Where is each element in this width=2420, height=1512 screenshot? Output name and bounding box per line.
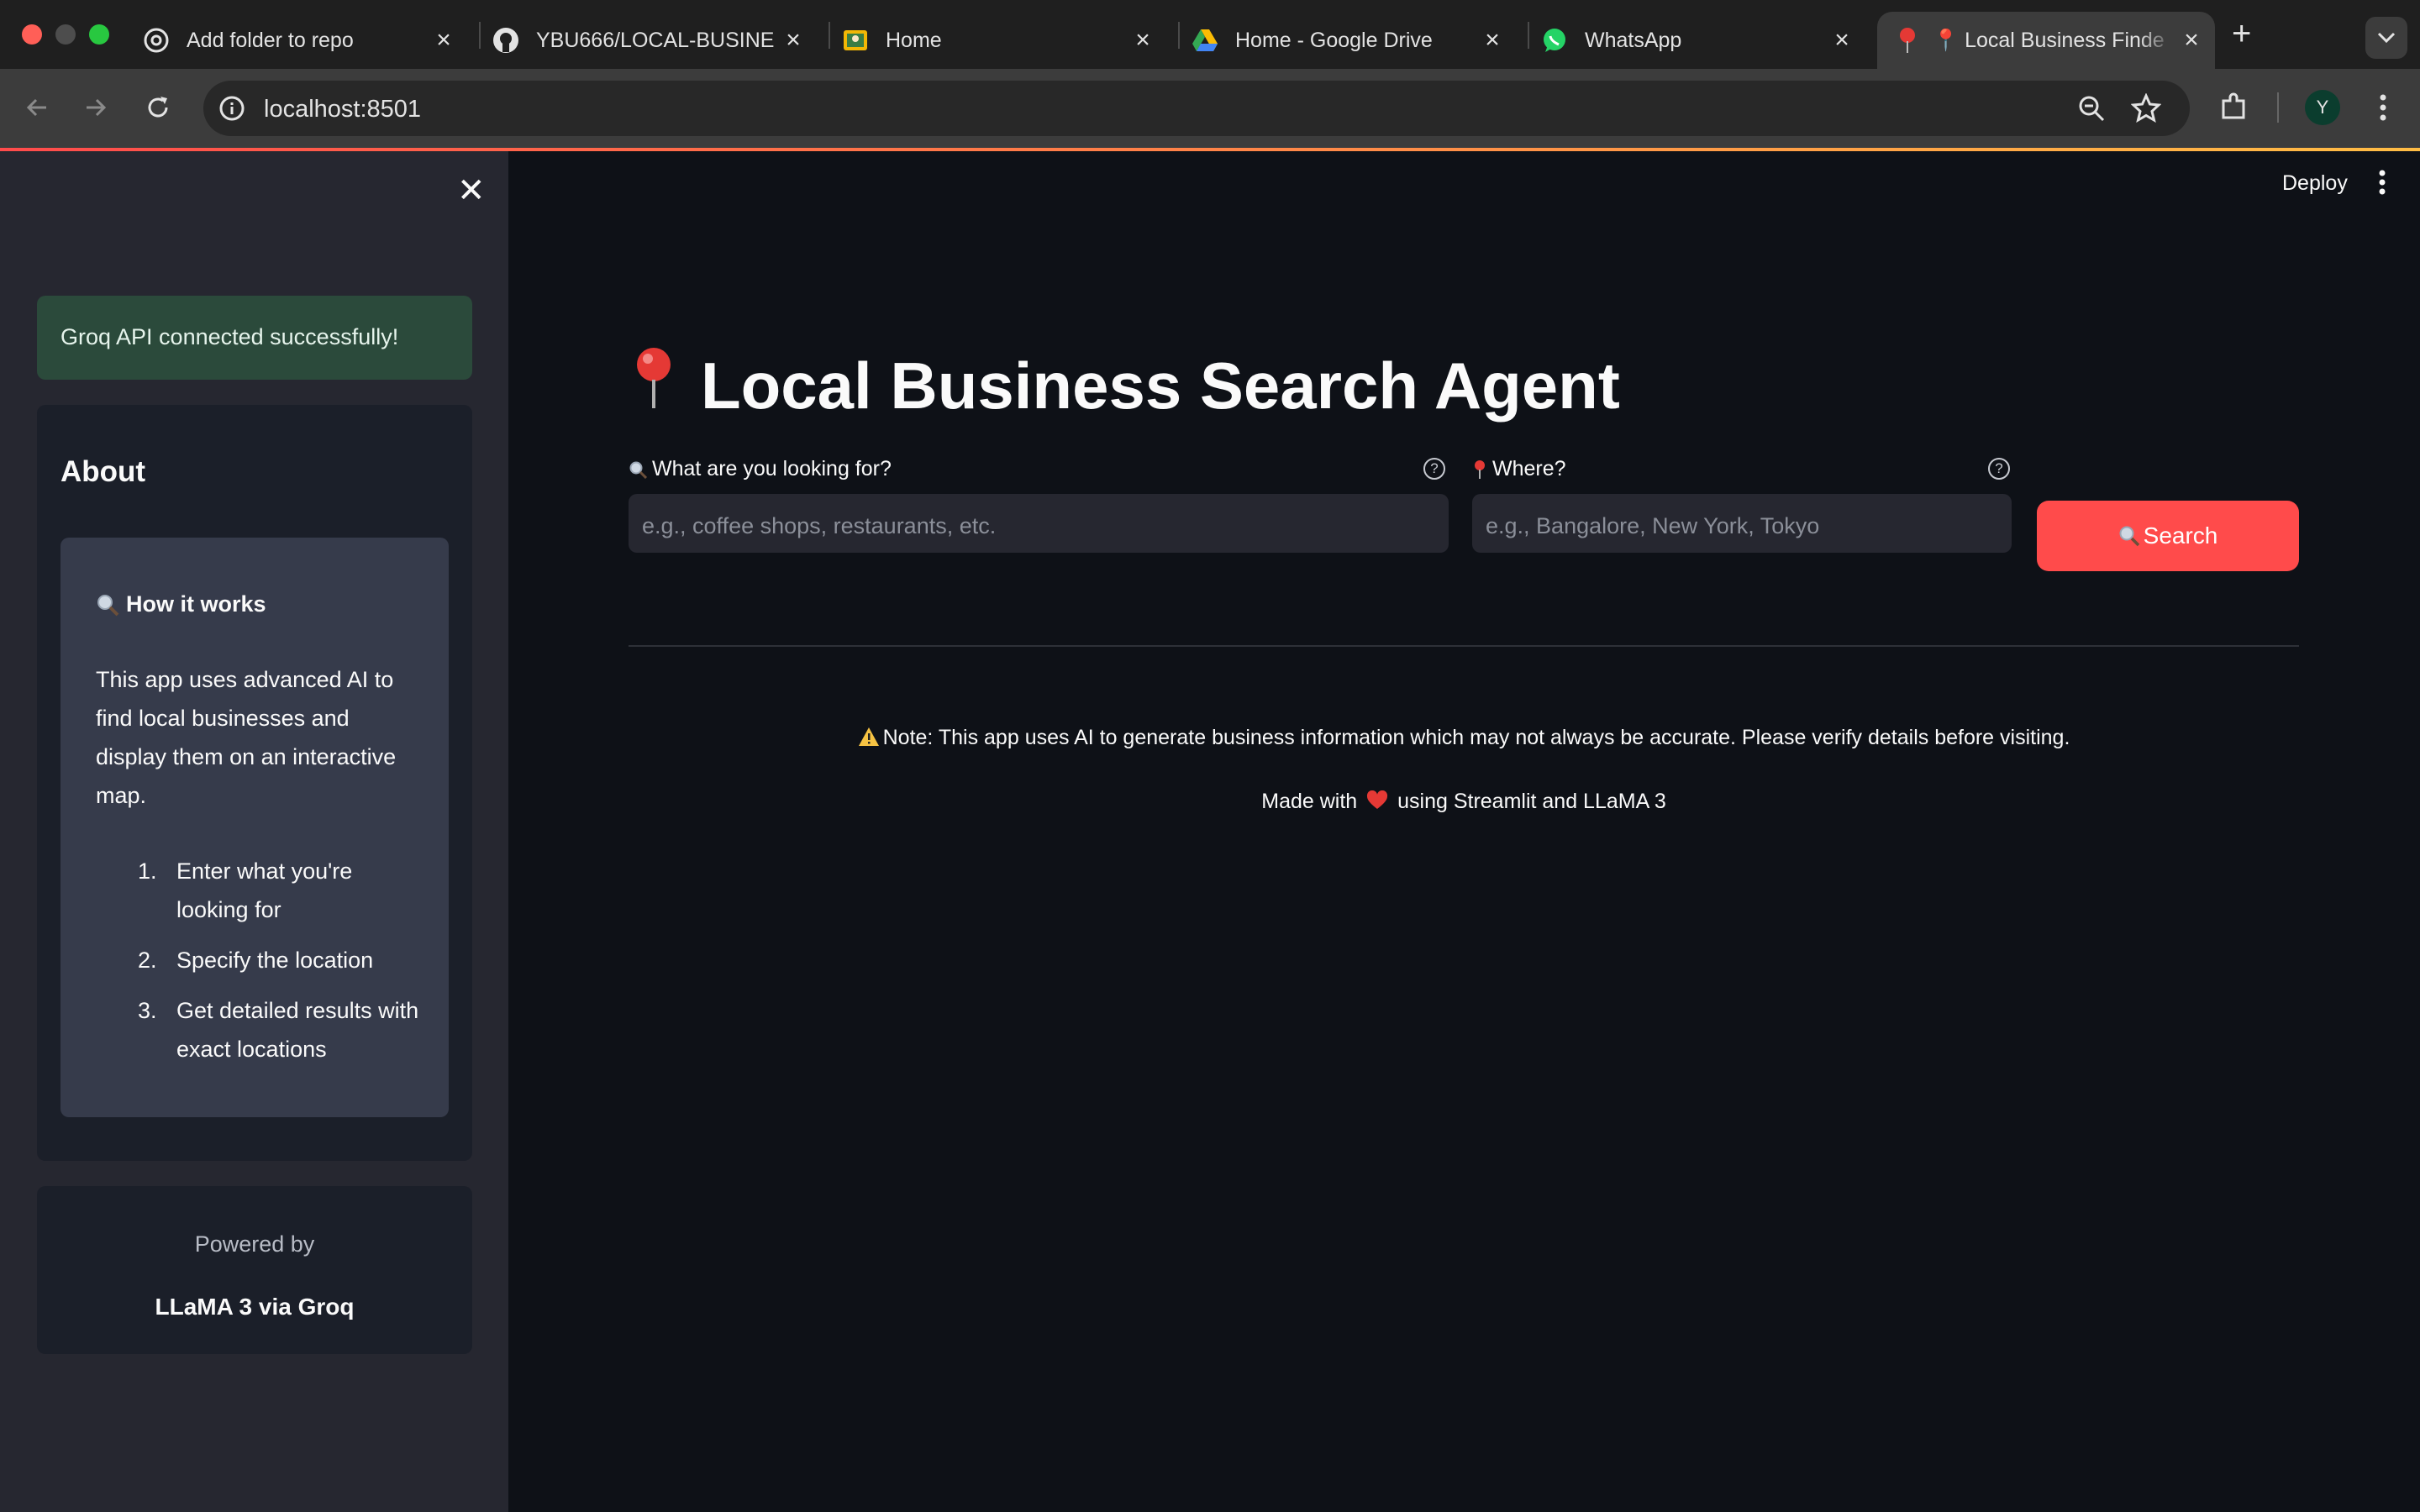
back-arrow-icon [26, 98, 46, 117]
query-label: What are you looking for? [629, 457, 892, 481]
whatsapp-icon [1541, 27, 1568, 54]
search-button[interactable]: Search [2037, 501, 2299, 571]
tab-title: Home [886, 28, 942, 52]
about-panel: About How it works This app uses advance… [37, 405, 472, 1161]
search-button-label: Search [2143, 522, 2218, 549]
tab-close-icon[interactable]: × [1825, 26, 1859, 55]
github-icon [492, 27, 519, 54]
tab-title: Home - Google Drive [1235, 28, 1433, 52]
reload-button[interactable] [141, 91, 175, 124]
tab-close-icon[interactable]: × [1476, 26, 1509, 55]
list-item: 2. Specify the location [96, 941, 424, 979]
chrome-menu-button[interactable] [2366, 91, 2400, 124]
openai-icon [143, 27, 170, 54]
step-text: Enter what you're looking for [176, 858, 353, 922]
made-with-suffix: using Streamlit and LLaMA 3 [1397, 790, 1666, 813]
forward-arrow-icon [87, 98, 107, 117]
browser-tab-active[interactable]: 📍 Local Business Finde × [1877, 12, 2215, 69]
page-title-text: Local Business Search Agent [701, 349, 1620, 423]
window-zoom-button[interactable] [89, 24, 109, 45]
query-label-text: What are you looking for? [652, 457, 892, 480]
kebab-menu-icon [2379, 170, 2386, 195]
powered-by-panel: Powered by LLaMA 3 via Groq [37, 1186, 472, 1354]
extensions-button[interactable] [2217, 91, 2250, 124]
google-drive-icon [1192, 27, 1218, 54]
list-item: 1. Enter what you're looking for [96, 852, 424, 929]
browser-tab-bar: Add folder to repo × YBU666/LOCAL-BUSINE… [0, 0, 2420, 69]
location-label-text: Where? [1492, 457, 1566, 480]
browser-tab[interactable]: Home - Google Drive × [1170, 12, 1516, 69]
magnifier-icon [96, 593, 119, 617]
location-label: Where? [1472, 457, 1566, 481]
steps-list: 1. Enter what you're looking for 2. Specif… [96, 852, 424, 1080]
step-text: Get detailed results with exact location… [176, 998, 419, 1062]
sidebar-close-icon[interactable]: ✕ [457, 171, 486, 210]
back-button[interactable] [20, 91, 54, 124]
warning-icon [858, 727, 880, 753]
query-input[interactable]: e.g., coffee shops, restaurants, etc. [629, 494, 1449, 553]
about-heading: About [60, 455, 146, 488]
tab-title: WhatsApp [1585, 28, 1682, 52]
footer-credit: Made with using Streamlit and LLaMA 3 [629, 790, 2299, 816]
home-photo-icon [842, 27, 869, 54]
how-it-works-description: This app uses advanced AI to find local … [96, 667, 397, 808]
how-it-works-title: How it works [96, 591, 266, 617]
status-success-alert: Groq API connected successfully! [37, 296, 472, 380]
window-close-button[interactable] [22, 24, 42, 45]
tab-close-icon[interactable]: × [2175, 26, 2208, 55]
tab-close-icon[interactable]: × [776, 26, 810, 55]
tab-title: 📍 Local Business Finde [1933, 28, 2165, 52]
page-title: Local Business Search Agent [629, 346, 1620, 426]
disclaimer-text: Note: This app uses AI to generate busin… [882, 726, 2070, 749]
step-number: 3. [138, 998, 157, 1023]
pin-icon [1472, 459, 1487, 480]
tab-close-icon[interactable]: × [1126, 26, 1160, 55]
help-icon[interactable]: ? [1423, 458, 1445, 480]
browser-tab[interactable]: YBU666/LOCAL-BUSINE × [471, 12, 817, 69]
new-tab-icon[interactable]: + [2232, 15, 2251, 53]
main-menu-button[interactable] [2378, 170, 2386, 199]
reload-icon [148, 97, 168, 118]
address-bar[interactable]: localhost:8501 [203, 81, 2190, 136]
list-item: 3. Get detailed results with exact locati… [96, 991, 424, 1068]
step-text: Specify the location [176, 948, 374, 973]
pin-icon [629, 346, 679, 426]
sidebar: ✕ Groq API connected successfully! About… [0, 151, 508, 1512]
bookmark-star-icon[interactable] [2130, 92, 2162, 128]
url-text[interactable]: localhost:8501 [264, 96, 421, 123]
step-number: 1. [138, 858, 157, 884]
powered-by-model: LLaMA 3 via Groq [155, 1294, 355, 1320]
kebab-menu-icon [2380, 94, 2386, 121]
disclaimer-note: Note: This app uses AI to generate busin… [629, 726, 2299, 753]
zoom-icon[interactable] [2077, 94, 2106, 127]
pin-icon [1894, 27, 1921, 54]
heart-icon [1366, 790, 1388, 816]
step-number: 2. [138, 948, 157, 973]
forward-button[interactable] [79, 91, 113, 124]
magnifier-icon [629, 460, 647, 479]
tab-close-icon[interactable]: × [427, 26, 460, 55]
browser-tab[interactable]: Add folder to repo × [121, 12, 467, 69]
made-with-text: Made with [1261, 790, 1358, 813]
tab-search-button[interactable] [2365, 17, 2407, 59]
chevron-down-icon [2377, 32, 2396, 44]
how-it-works-card: How it works This app uses advanced AI t… [60, 538, 449, 1117]
deploy-button[interactable]: Deploy [2282, 171, 2348, 196]
location-input[interactable]: e.g., Bangalore, New York, Tokyo [1472, 494, 2012, 553]
tab-title: YBU666/LOCAL-BUSINE [536, 28, 775, 52]
site-info-icon[interactable] [218, 95, 245, 126]
section-divider [629, 645, 2299, 647]
browser-toolbar: localhost:8501 [0, 69, 2420, 148]
profile-avatar[interactable]: Y [2305, 90, 2340, 125]
browser-tab[interactable]: Home × [820, 12, 1166, 69]
help-icon[interactable]: ? [1988, 458, 2010, 480]
browser-tab[interactable]: WhatsApp × [1519, 12, 1865, 69]
toolbar-divider [2277, 92, 2279, 123]
magnifier-icon [2118, 525, 2140, 547]
tab-title: Add folder to repo [187, 28, 354, 52]
puzzle-icon [2222, 92, 2245, 119]
powered-by-label: Powered by [194, 1231, 315, 1257]
how-it-works-label: How it works [126, 591, 266, 617]
window-minimize-button[interactable] [55, 24, 76, 45]
